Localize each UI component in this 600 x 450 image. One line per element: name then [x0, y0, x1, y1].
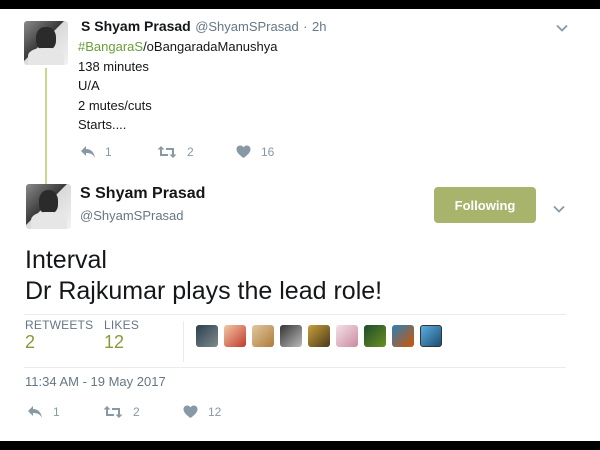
thread-connector-line [45, 68, 47, 187]
tweet2-like-button[interactable]: 12 [183, 405, 221, 419]
retweets-value: 2 [25, 332, 36, 352]
stats-vertical-divider [183, 321, 184, 362]
tweet2-like-count: 12 [208, 405, 222, 419]
retweets-stat[interactable]: RETWEETS 2 [25, 318, 93, 353]
tweet1-hashtag-rest: /oBangaradaManushya [143, 39, 278, 54]
reply-icon [27, 405, 43, 419]
likes-stat[interactable]: LIKES 12 [104, 318, 139, 353]
liker-avatar[interactable] [224, 325, 246, 347]
tweet2-more-chevron-icon[interactable] [553, 200, 565, 218]
likes-label: LIKES [104, 318, 140, 332]
likes-value: 12 [104, 332, 125, 352]
tweet1-reply-button[interactable]: 1 [80, 145, 112, 159]
stats-bottom-divider [24, 367, 566, 368]
tweet2-author-name[interactable]: S Shyam Prasad [80, 185, 205, 203]
reply-icon [80, 145, 96, 159]
heart-icon [236, 145, 251, 159]
retweet-icon [157, 145, 177, 159]
liker-avatar[interactable] [392, 325, 414, 347]
tweet1-like-count: 16 [261, 145, 275, 159]
avatar-tweet2[interactable] [26, 184, 71, 229]
tweet1-like-button[interactable]: 16 [236, 145, 274, 159]
tweet1-line: 2 mutes/cuts [78, 97, 152, 113]
avatar-tweet1[interactable] [24, 21, 68, 65]
tweet1-hashtag-line: #BangaraS/oBangaradaManushya [78, 37, 278, 57]
liker-avatar[interactable] [364, 325, 386, 347]
tweet1-line: U/A [78, 78, 100, 93]
tweet2-retweet-count: 2 [133, 405, 140, 419]
tweet1-header: S Shyam Prasad @ShyamSPrasad · 2h [81, 18, 326, 36]
tweet2-text-line2: Dr Rajkumar plays the lead role! [25, 277, 383, 305]
tweet2-retweet-button[interactable]: 2 [103, 405, 140, 419]
liker-avatar[interactable] [336, 325, 358, 347]
tweet2-author-handle[interactable]: @ShyamSPrasad [80, 208, 184, 223]
tweet1-time[interactable]: 2h [312, 19, 326, 34]
heart-icon [183, 405, 198, 419]
retweet-icon [103, 405, 123, 419]
tweet2-reply-count: 1 [53, 405, 60, 419]
tweet1-line: 138 minutes [78, 58, 149, 74]
liker-avatar[interactable] [308, 325, 330, 347]
tweet1-line: Starts.... [78, 117, 127, 132]
tweet1-separator: · [303, 19, 308, 34]
tweet1-body: #BangaraS/oBangaradaManushya 138 minutes… [78, 37, 278, 135]
tweet1-author-name[interactable]: S Shyam Prasad [81, 18, 191, 34]
tweet2-text: Interval Dr Rajkumar plays the lead role… [25, 245, 382, 307]
liker-avatar[interactable] [252, 325, 274, 347]
tweet2-reply-button[interactable]: 1 [27, 405, 60, 419]
tweet1-retweet-button[interactable]: 2 [157, 145, 194, 159]
tweet1-reply-count: 1 [105, 145, 112, 159]
tweet1-retweet-count: 2 [187, 145, 194, 159]
hashtag-link[interactable]: #BangaraS [78, 39, 143, 54]
liker-avatar[interactable] [196, 325, 218, 347]
tweet2-text-line1: Interval [25, 246, 107, 274]
retweets-label: RETWEETS [25, 318, 94, 332]
stats-top-divider [24, 314, 566, 315]
liker-avatar[interactable] [420, 325, 442, 347]
tweet-frame: S Shyam Prasad @ShyamSPrasad · 2h #Banga… [0, 9, 600, 441]
tweet2-timestamp[interactable]: 11:34 AM - 19 May 2017 [25, 374, 166, 389]
tweet1-more-chevron-icon[interactable] [556, 19, 568, 37]
liker-avatar[interactable] [280, 325, 302, 347]
following-button[interactable]: Following [434, 187, 536, 223]
tweet1-author-handle[interactable]: @ShyamSPrasad [195, 19, 299, 34]
